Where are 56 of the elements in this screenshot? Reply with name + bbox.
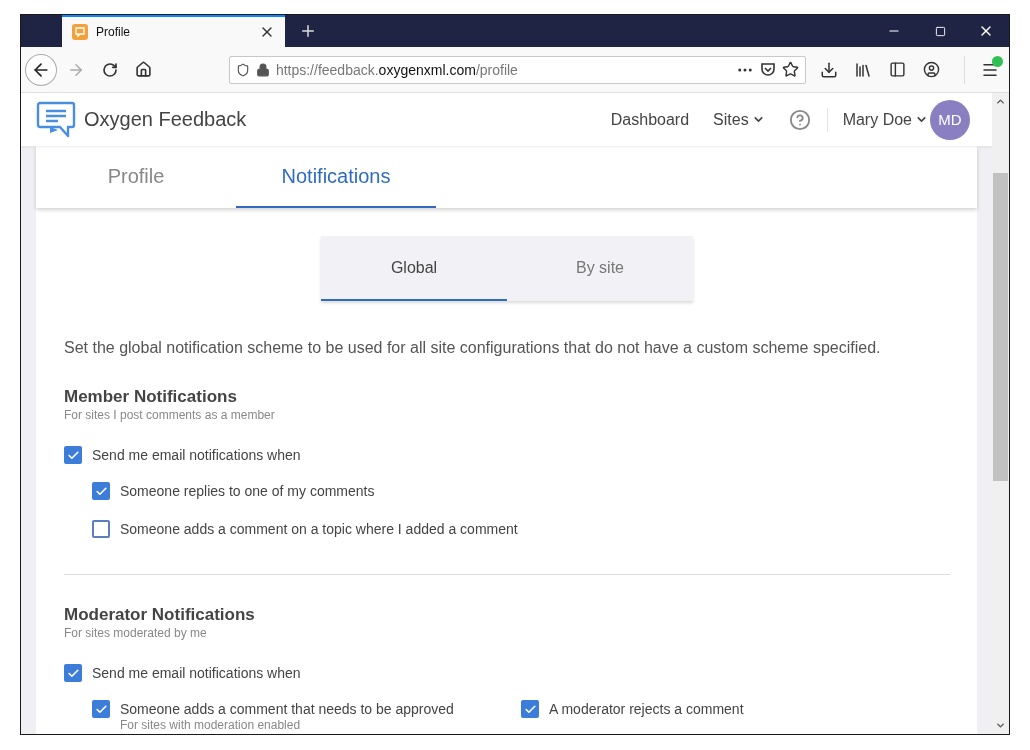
description-text: Set the global notification scheme to be used for all site configurations that do not have a custom scheme specified. (64, 339, 882, 357)
address-field[interactable]: https://feedback.oxygenxml.com/profile (228, 55, 807, 84)
brand-name: Oxygen Feedback (84, 108, 247, 131)
nav-dropdown[interactable]: Sites (713, 110, 765, 129)
help-icon[interactable] (788, 108, 811, 131)
checkbox[interactable] (92, 482, 110, 500)
checkbox-label: Send me email notifications when (92, 664, 301, 682)
maximize-icon[interactable] (934, 25, 946, 37)
url-text: https://feedback.oxygenxml.com/profile (275, 61, 519, 78)
checkbox-label: Send me email notifications when (92, 446, 301, 464)
checkbox[interactable] (92, 700, 110, 718)
scrollbar[interactable] (992, 93, 1009, 734)
tab-title: Profile (96, 25, 131, 39)
browser-tab[interactable]: Profile (62, 15, 285, 47)
shield-icon (235, 62, 250, 77)
checkbox-label: Someone adds a comment that needs to be approved (120, 701, 454, 717)
home-icon[interactable] (135, 61, 153, 78)
back-button[interactable] (25, 53, 57, 86)
reload-icon[interactable] (101, 61, 118, 78)
scope-tab[interactable]: Global (321, 236, 507, 301)
scope-tab[interactable]: By site (507, 236, 693, 301)
chat-favicon-icon (72, 24, 88, 40)
lock-icon (255, 62, 270, 77)
check-icon (523, 702, 537, 716)
check-icon (66, 666, 80, 680)
section-subtitle: For sites I post comments as a member (64, 408, 276, 422)
account-icon[interactable] (922, 61, 940, 78)
checkbox-label: A moderator rejects a comment (549, 701, 744, 717)
checkbox[interactable] (64, 664, 82, 682)
check-icon (94, 484, 108, 498)
check-icon (66, 448, 80, 462)
library-icon[interactable] (854, 60, 873, 79)
scroll-thumb[interactable] (993, 173, 1008, 481)
profile-tab[interactable]: Notifications (236, 146, 436, 208)
download-icon[interactable] (820, 60, 839, 79)
checkbox[interactable] (521, 700, 539, 718)
check-icon (94, 702, 108, 716)
chat-logo-icon (36, 100, 76, 139)
scroll-down-icon[interactable] (995, 720, 1006, 731)
section-title: Member Notifications (64, 387, 238, 407)
checkbox[interactable] (64, 446, 82, 464)
nav-link[interactable]: Dashboard (610, 110, 690, 129)
scroll-up-icon[interactable] (995, 96, 1006, 107)
user-menu[interactable]: Mary Doe (842, 110, 928, 129)
star-icon[interactable] (782, 61, 800, 78)
new-tab-icon[interactable] (299, 22, 317, 40)
sidebar-icon[interactable] (888, 61, 906, 78)
pocket-icon[interactable] (760, 61, 777, 78)
profile-tab[interactable]: Profile (36, 146, 236, 208)
checkbox[interactable] (92, 520, 110, 538)
checkbox-label: Someone adds a comment on a topic where I added a comment (120, 521, 518, 537)
user-avatar[interactable]: MD (930, 99, 970, 140)
section-title: Moderator Notifications (64, 605, 256, 625)
section-subtitle: For sites moderated by me (64, 626, 208, 640)
checkbox-label: Someone replies to one of my comments (120, 483, 375, 499)
option-note: For sites with moderation enabled (120, 718, 302, 732)
